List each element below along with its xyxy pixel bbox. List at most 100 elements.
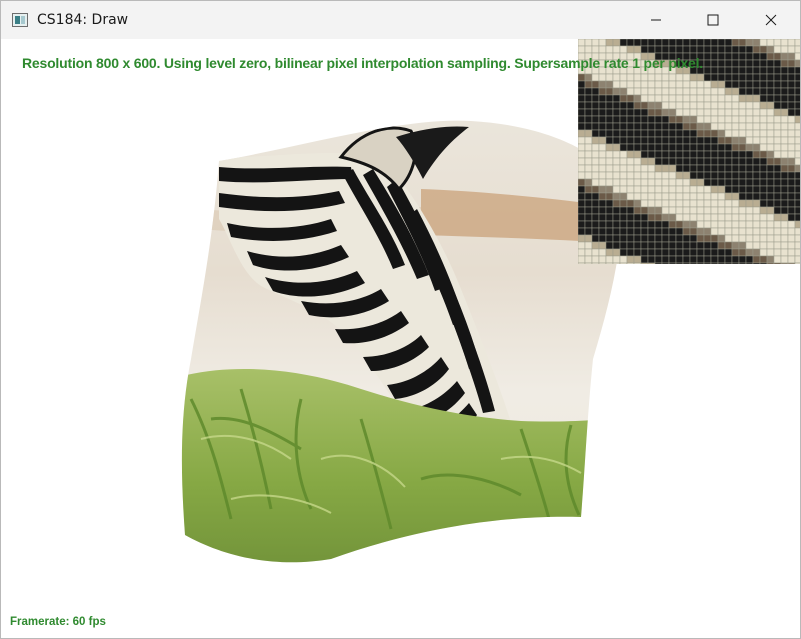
zoom-pixel: [626, 262, 635, 264]
zoom-pixel: [605, 255, 614, 264]
zoom-pixel: [703, 220, 712, 229]
zoom-pixel: [640, 248, 649, 257]
zoom-pixel: [752, 227, 761, 236]
zoom-pixel: [780, 80, 789, 89]
zoom-pixel: [745, 199, 754, 208]
zoom-pixel: [619, 87, 628, 96]
zoom-pixel: [710, 178, 719, 187]
zoom-pixel: [675, 45, 684, 54]
zoom-pixel: [710, 255, 719, 264]
zoom-pixel: [612, 73, 621, 82]
zoom-pixel: [626, 122, 635, 131]
zoom-pixel: [668, 227, 677, 236]
zoom-pixel: [661, 255, 670, 264]
zoom-pixel: [696, 94, 705, 103]
zoom-pixel: [794, 255, 800, 264]
zoom-pixel: [612, 262, 621, 264]
zoom-pixel: [724, 129, 733, 138]
zoom-pixel: [696, 227, 705, 236]
zoom-pixel: [584, 206, 593, 215]
zoom-pixel: [633, 192, 642, 201]
zoom-pixel: [717, 157, 726, 166]
zoom-pixel: [724, 185, 733, 194]
zoom-pixel: [668, 136, 677, 145]
zoom-pixel: [738, 241, 747, 250]
zoom-pixel: [640, 262, 649, 264]
zoom-pixel: [717, 171, 726, 180]
zoom-pixel: [578, 164, 586, 173]
zoom-pixel: [584, 213, 593, 222]
zoom-pixel: [752, 241, 761, 250]
minimize-button[interactable]: [627, 1, 685, 39]
zoom-pixel: [717, 262, 726, 264]
zoom-pixel: [738, 171, 747, 180]
zoom-pixel: [773, 227, 782, 236]
zoom-pixel: [794, 157, 800, 166]
zoom-pixel: [682, 213, 691, 222]
zoom-pixel: [598, 192, 607, 201]
zoom-pixel: [619, 171, 628, 180]
zoom-pixel: [738, 248, 747, 257]
zoom-pixel: [766, 178, 775, 187]
zoom-pixel: [640, 206, 649, 215]
zoom-pixel: [647, 136, 656, 145]
zoom-pixel: [724, 59, 733, 68]
zoom-pixel: [640, 234, 649, 243]
title-bar[interactable]: CS184: Draw: [1, 1, 800, 39]
zoom-pixel: [619, 220, 628, 229]
zoom-pixel: [661, 150, 670, 159]
zoom-pixel: [619, 248, 628, 257]
render-canvas[interactable]: Resolution 800 x 600. Using level zero, …: [1, 39, 800, 638]
zoom-pixel: [759, 115, 768, 124]
zoom-pixel: [738, 52, 747, 61]
zoom-pixel: [598, 129, 607, 138]
status-overlay-text: Resolution 800 x 600. Using level zero, …: [22, 55, 703, 71]
zoom-pixel: [619, 192, 628, 201]
zoom-pixel: [717, 185, 726, 194]
zoom-pixel: [780, 241, 789, 250]
zoom-pixel: [612, 192, 621, 201]
zoom-pixel: [605, 94, 614, 103]
zoom-pixel: [696, 192, 705, 201]
zoom-pixel: [661, 73, 670, 82]
zoom-pixel: [752, 213, 761, 222]
zoom-pixel: [682, 94, 691, 103]
zoom-pixel: [717, 164, 726, 173]
zoom-pixel: [794, 150, 800, 159]
zoom-pixel: [794, 248, 800, 257]
zoom-pixel: [689, 39, 698, 47]
zoom-pixel: [675, 220, 684, 229]
pixel-zoom-panel: [578, 39, 800, 264]
zoom-pixel: [717, 45, 726, 54]
zoom-pixel: [780, 248, 789, 257]
zoom-pixel: [738, 234, 747, 243]
zoom-pixel: [675, 192, 684, 201]
close-button[interactable]: [742, 1, 800, 39]
zoom-pixel: [724, 248, 733, 257]
zoom-pixel: [654, 108, 663, 117]
zoom-pixel: [696, 164, 705, 173]
zoom-pixel: [780, 101, 789, 110]
zoom-pixel: [612, 227, 621, 236]
zoom-pixel: [598, 171, 607, 180]
zoom-pixel: [703, 87, 712, 96]
zoom-pixel: [787, 94, 796, 103]
zoom-pixel: [626, 178, 635, 187]
zoom-pixel: [633, 136, 642, 145]
maximize-button[interactable]: [684, 1, 742, 39]
zoom-pixel: [619, 129, 628, 138]
zoom-pixel: [689, 101, 698, 110]
zoom-pixel: [787, 185, 796, 194]
zoom-pixel: [794, 206, 800, 215]
zoom-pixel: [654, 248, 663, 257]
zoom-pixel: [591, 73, 600, 82]
zoom-pixel: [682, 129, 691, 138]
zoom-pixel: [696, 45, 705, 54]
zoom-pixel: [731, 199, 740, 208]
zoom-pixel: [738, 262, 747, 264]
zoom-pixel: [689, 192, 698, 201]
zoom-pixel: [696, 248, 705, 257]
zoom-pixel: [745, 45, 754, 54]
zoom-pixel: [640, 39, 649, 47]
zoom-pixel: [591, 39, 600, 47]
